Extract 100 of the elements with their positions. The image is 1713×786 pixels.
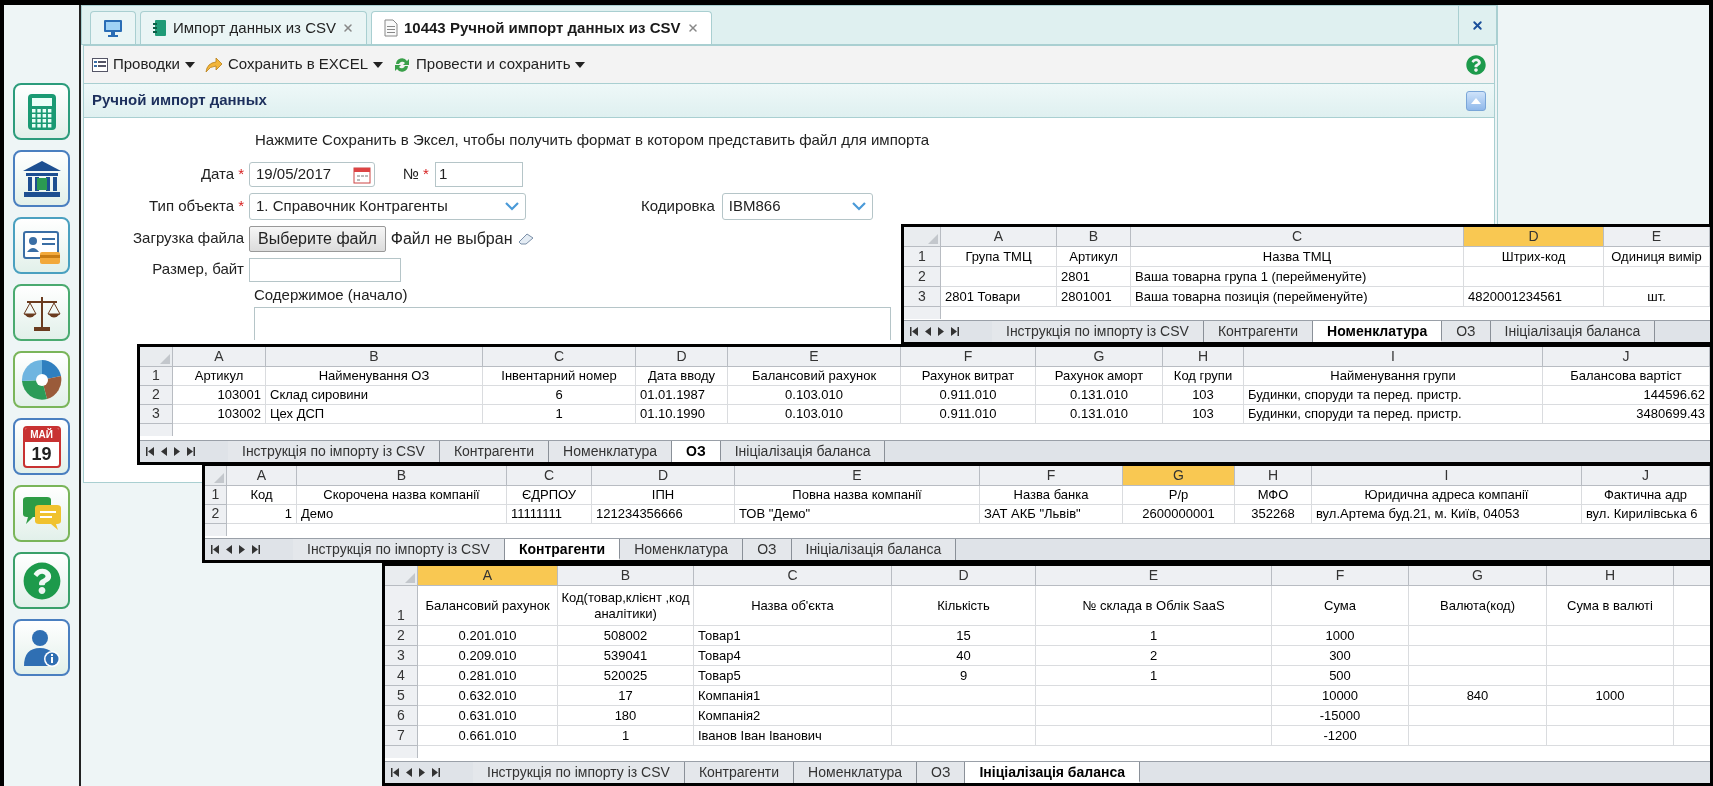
window-tab[interactable]	[90, 11, 136, 44]
column-header[interactable]: C	[1131, 227, 1464, 247]
choose-file-button[interactable]: Выберите файл	[249, 225, 386, 252]
last-sheet-icon[interactable]	[252, 545, 260, 554]
calendar-icon[interactable]	[353, 165, 371, 184]
column-header[interactable]: H	[1547, 566, 1674, 586]
column-header[interactable]: J	[1543, 347, 1710, 367]
sheet-tab[interactable]: Ініціалізація баланса	[1490, 321, 1656, 342]
last-sheet-icon[interactable]	[187, 447, 195, 456]
sheet-tab[interactable]: ОЗ	[672, 441, 721, 462]
column-header[interactable]: B	[558, 566, 694, 586]
column-header[interactable]: A	[227, 466, 297, 486]
sheet-tab[interactable]: Ініціалізація баланса	[791, 539, 957, 560]
sheet-tab[interactable]: Інструкція по імпорту із CSV	[992, 321, 1204, 342]
row-header[interactable]: 1	[385, 586, 418, 626]
column-header[interactable]: F	[901, 347, 1036, 367]
next-sheet-icon[interactable]	[174, 447, 180, 456]
column-header[interactable]: D	[592, 466, 735, 486]
sidebar-button[interactable]	[13, 217, 70, 274]
row-header[interactable]: 6	[385, 706, 418, 726]
sheet-tab[interactable]: Контрагенти	[1203, 321, 1314, 342]
row-header[interactable]: 7	[385, 726, 418, 746]
column-header[interactable]: B	[297, 466, 507, 486]
previous-sheet-icon[interactable]	[226, 545, 232, 554]
next-sheet-icon[interactable]	[419, 768, 425, 777]
window-tab[interactable]: 10443 Ручной импорт данных из CSV	[371, 11, 712, 44]
sheet-tab[interactable]: Контрагенти	[504, 539, 621, 560]
column-header[interactable]: D	[636, 347, 728, 367]
sheet-tab[interactable]: Контрагенти	[439, 441, 550, 462]
sheet-tab[interactable]: Ініціалізація баланса	[720, 441, 886, 462]
row-header[interactable]: 3	[904, 287, 941, 307]
column-header[interactable]: F	[1272, 566, 1409, 586]
date-field[interactable]: 19/05/2017	[249, 162, 375, 187]
window-tab[interactable]: Импорт данных из CSV	[140, 11, 367, 44]
sheet-tab[interactable]: Номенклатура	[549, 441, 673, 462]
encoding-select[interactable]: IBM866	[721, 193, 873, 220]
sidebar-button[interactable]	[13, 284, 70, 341]
previous-sheet-icon[interactable]	[406, 768, 412, 777]
column-header[interactable]: H	[1163, 347, 1244, 367]
number-field[interactable]: 1	[434, 162, 523, 187]
size-field[interactable]	[249, 257, 401, 282]
column-header[interactable]: B	[1057, 227, 1131, 247]
sheet-tab[interactable]: Інструкція по імпорту із CSV	[228, 441, 440, 462]
toolbar-button[interactable]: Проводки	[92, 53, 195, 76]
row-header[interactable]: 2	[140, 386, 173, 405]
column-header[interactable]: B	[266, 347, 483, 367]
row-header[interactable]: 3	[385, 646, 418, 666]
column-header[interactable]: E	[735, 466, 980, 486]
column-header[interactable]: A	[173, 347, 266, 367]
column-header[interactable]: H	[1235, 466, 1312, 486]
column-header[interactable]: J	[1582, 466, 1710, 486]
previous-sheet-icon[interactable]	[161, 447, 167, 456]
sheet-tab[interactable]: Контрагенти	[684, 762, 795, 783]
column-header[interactable]: I	[1244, 347, 1543, 367]
next-sheet-icon[interactable]	[938, 327, 944, 336]
sheet-tab[interactable]: Інструкція по імпорту із CSV	[293, 539, 505, 560]
row-header[interactable]: 1	[904, 247, 941, 267]
first-sheet-icon[interactable]	[146, 447, 154, 456]
column-header[interactable]: G	[1409, 566, 1547, 586]
object-type-select[interactable]: 1. Справочник Контрагенты	[249, 193, 526, 220]
sidebar-button[interactable]	[13, 150, 70, 207]
sheet-tab[interactable]: Інструкція по імпорту із CSV	[473, 762, 685, 783]
collapse-button[interactable]	[1466, 90, 1486, 111]
row-header[interactable]: 1	[205, 486, 227, 505]
column-header[interactable]: G	[1123, 466, 1235, 486]
sidebar-button[interactable]	[13, 351, 70, 408]
last-sheet-icon[interactable]	[432, 768, 440, 777]
column-header[interactable]: A	[418, 566, 558, 586]
row-header[interactable]: 3	[140, 405, 173, 424]
column-header[interactable]: F	[980, 466, 1123, 486]
sheet-tab[interactable]: ОЗ	[1442, 321, 1491, 342]
previous-sheet-icon[interactable]	[925, 327, 931, 336]
row-header[interactable]: 2	[205, 505, 227, 524]
close-tab-icon[interactable]	[342, 22, 354, 34]
sheet-tab[interactable]: Ініціалізація баланса	[965, 762, 1141, 783]
sidebar-button[interactable]	[13, 619, 70, 676]
help-icon[interactable]	[1466, 54, 1486, 75]
sheet-tab[interactable]: ОЗ	[743, 539, 792, 560]
sheet-tab[interactable]: Номенклатура	[794, 762, 918, 783]
close-tab-icon[interactable]	[686, 22, 699, 34]
sidebar-button[interactable]: МАЙ 19	[13, 418, 70, 475]
sheet-tab[interactable]: Номенклатура	[620, 539, 744, 560]
next-sheet-icon[interactable]	[239, 545, 245, 554]
column-header[interactable]: E	[1036, 566, 1272, 586]
column-header[interactable]: E	[728, 347, 901, 367]
toolbar-button[interactable]: Провести и сохранить	[393, 53, 586, 76]
column-header[interactable]: E	[1604, 227, 1710, 247]
row-header[interactable]: 2	[904, 267, 941, 287]
column-header[interactable]: C	[694, 566, 892, 586]
column-header[interactable]: I	[1312, 466, 1582, 486]
row-header[interactable]: 5	[385, 686, 418, 706]
toolbar-button[interactable]: Сохранить в EXCEL	[205, 53, 384, 76]
column-header[interactable]: C	[483, 347, 636, 367]
column-header[interactable]: C	[507, 466, 592, 486]
row-header[interactable]: 1	[140, 367, 173, 386]
row-header[interactable]: 2	[385, 626, 418, 646]
last-sheet-icon[interactable]	[951, 327, 959, 336]
column-header[interactable]: A	[941, 227, 1057, 247]
eraser-icon[interactable]	[518, 232, 535, 245]
column-header[interactable]: D	[1464, 227, 1604, 247]
